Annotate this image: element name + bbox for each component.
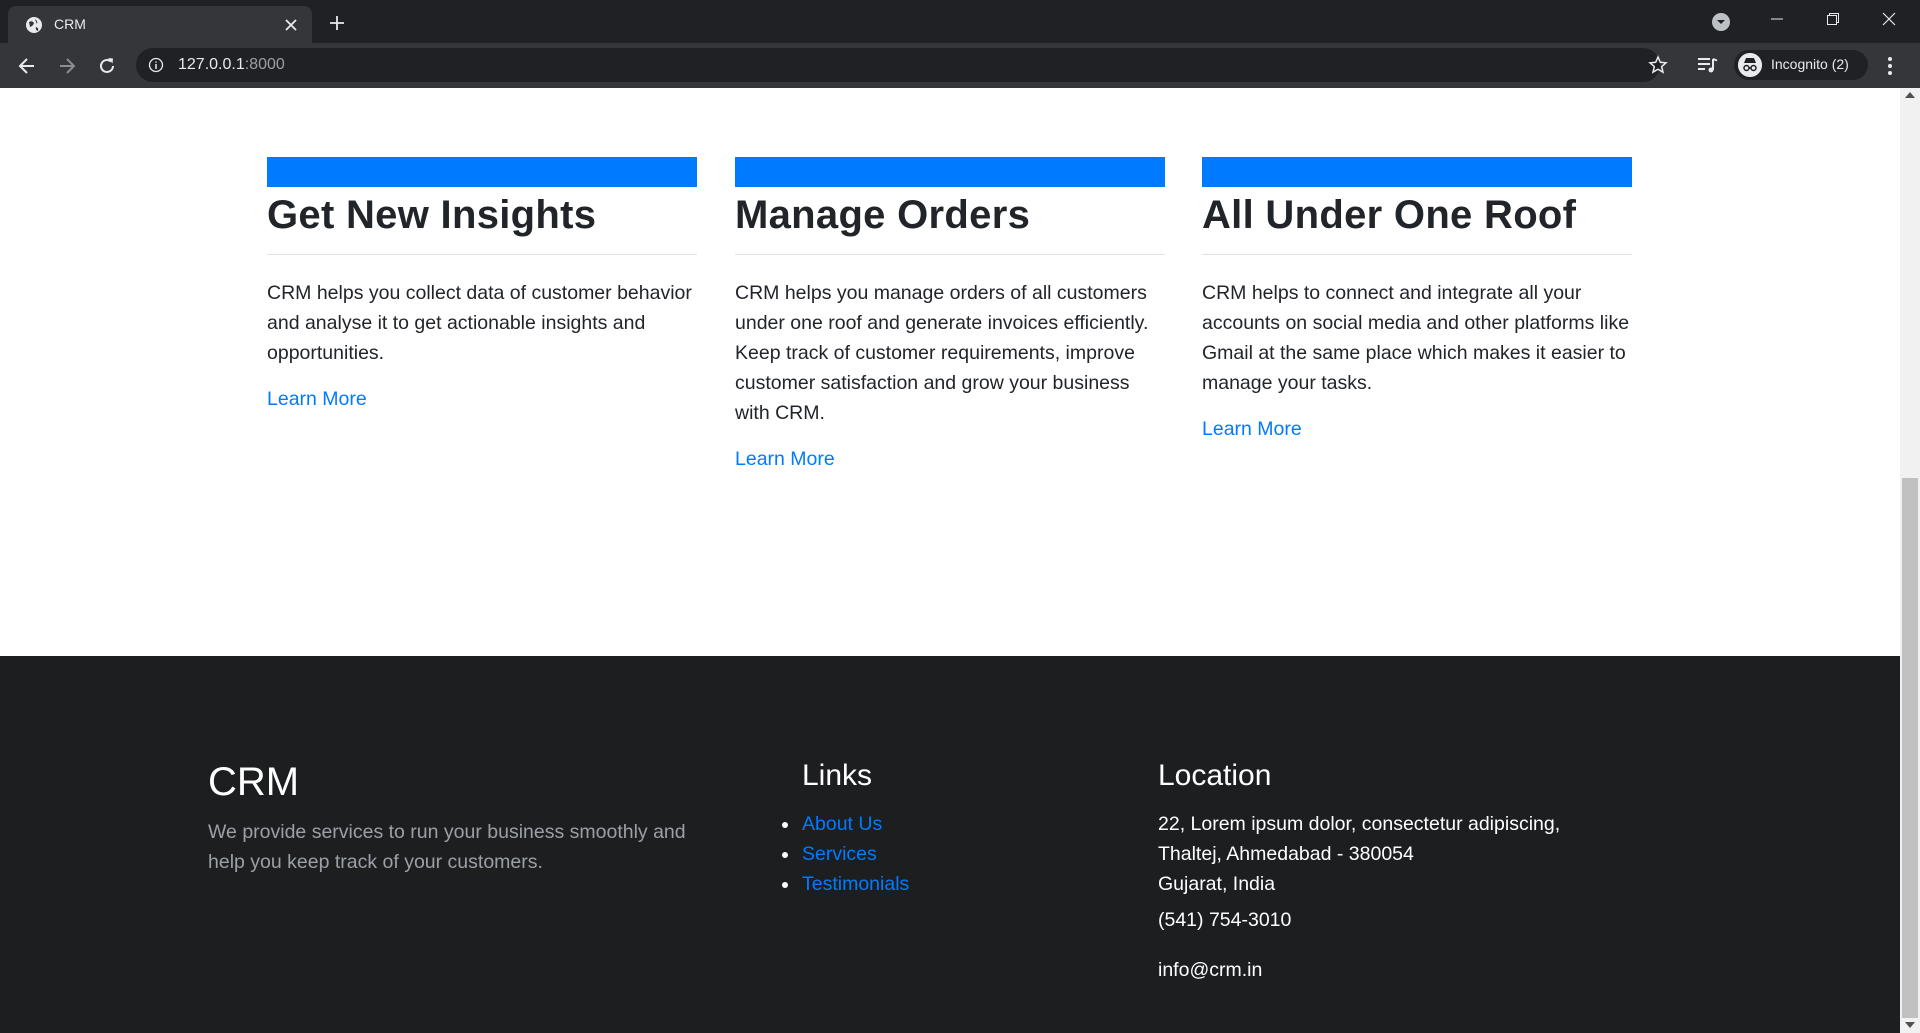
url-host: 127.0.0.1: [178, 56, 245, 73]
footer-link-item: About Us: [782, 809, 909, 839]
incognito-label: Incognito (2): [1771, 56, 1849, 72]
scroll-up-arrow-icon[interactable]: [1905, 92, 1915, 98]
incognito-icon: [1738, 53, 1762, 77]
feature-title: All Under One Roof: [1202, 193, 1577, 237]
testimonials-link[interactable]: Testimonials: [802, 873, 909, 895]
incognito-profile-button[interactable]: Incognito (2): [1734, 50, 1868, 80]
info-icon[interactable]: [148, 57, 164, 73]
feature-description: CRM helps to connect and integrate all y…: [1202, 282, 1630, 394]
footer-email: info@crm.in: [1158, 959, 1263, 981]
back-button[interactable]: [13, 52, 41, 80]
browser-tab-strip: CRM: [0, 0, 1920, 43]
browser-tab[interactable]: CRM: [8, 6, 312, 43]
feature-divider: [1202, 254, 1632, 255]
about-us-link[interactable]: About Us: [802, 813, 882, 835]
feature-accent-bar: [267, 157, 697, 187]
more-icon[interactable]: [1880, 55, 1900, 77]
feature-description: CRM helps you collect data of customer b…: [267, 282, 692, 364]
globe-icon: [26, 17, 42, 33]
feature-divider: [735, 254, 1165, 255]
close-icon: [1882, 12, 1896, 26]
footer-links-list: About Us Services Testimonials: [782, 809, 909, 899]
restore-button[interactable]: [1810, 4, 1856, 34]
address-line: Gujarat, India: [1158, 873, 1276, 895]
close-tab-button[interactable]: [281, 15, 301, 35]
footer-links-heading: Links: [802, 759, 873, 792]
star-icon[interactable]: [1648, 55, 1668, 75]
url-text[interactable]: 127.0.0.1:8000: [178, 56, 285, 74]
feature-divider: [267, 254, 697, 255]
feature-title: Manage Orders: [735, 193, 1031, 237]
feature-accent-bar: [1202, 157, 1632, 187]
restore-icon: [1827, 13, 1839, 25]
browser-toolbar: 127.0.0.1:8000 Incognito (2): [0, 43, 1920, 88]
back-icon: [18, 58, 34, 74]
learn-more-link[interactable]: Learn More: [267, 388, 367, 411]
footer-link-item: Testimonials: [782, 869, 909, 899]
site-footer: CRM We provide services to run your busi…: [0, 656, 1900, 1033]
feature-title: Get New Insights: [267, 193, 597, 237]
address-line: 22, Lorem ipsum dolor, consectetur adipi…: [1158, 813, 1561, 835]
tab-title: CRM: [54, 16, 86, 32]
feature-card-orders: Manage Orders CRM helps you manage order…: [735, 157, 1165, 471]
url-port: :8000: [244, 56, 285, 73]
scroll-down-arrow-icon[interactable]: [1905, 1022, 1915, 1028]
learn-more-link[interactable]: Learn More: [1202, 418, 1302, 441]
address-line: Thaltej, Ahmedabad - 380054: [1158, 843, 1414, 865]
footer-brand: CRM: [208, 760, 300, 804]
footer-description: We provide services to run your business…: [208, 821, 686, 873]
feature-accent-bar: [735, 157, 1165, 187]
learn-more-link[interactable]: Learn More: [735, 448, 835, 471]
feature-description: CRM helps you manage orders of all custo…: [735, 282, 1149, 424]
tab-search-button[interactable]: [1710, 11, 1732, 33]
minimize-button[interactable]: [1754, 4, 1800, 34]
reload-icon: [100, 58, 114, 73]
footer-address: 22, Lorem ipsum dolor, consectetur adipi…: [1158, 809, 1560, 899]
reading-list-icon[interactable]: [1696, 55, 1718, 75]
services-link[interactable]: Services: [802, 843, 877, 865]
footer-location-heading: Location: [1158, 759, 1272, 792]
feature-card-all-under-one-roof: All Under One Roof CRM helps to connect …: [1202, 157, 1632, 441]
close-window-button[interactable]: [1866, 4, 1912, 34]
close-icon: [285, 19, 297, 31]
new-tab-button[interactable]: [324, 10, 350, 36]
address-bar[interactable]: 127.0.0.1:8000: [136, 48, 1668, 82]
reload-button[interactable]: [93, 52, 121, 80]
page-viewport: Get New Insights CRM helps you collect d…: [0, 88, 1900, 1033]
footer-phone: (541) 754-3010: [1158, 909, 1292, 931]
forward-icon: [60, 58, 76, 74]
minimize-icon: [1771, 18, 1783, 20]
page-scrollbar[interactable]: [1900, 88, 1920, 1033]
feature-card-insights: Get New Insights CRM helps you collect d…: [267, 157, 697, 411]
footer-link-item: Services: [782, 839, 909, 869]
plus-icon: [330, 16, 344, 30]
scrollbar-thumb[interactable]: [1902, 478, 1918, 1018]
forward-button[interactable]: [53, 52, 81, 80]
